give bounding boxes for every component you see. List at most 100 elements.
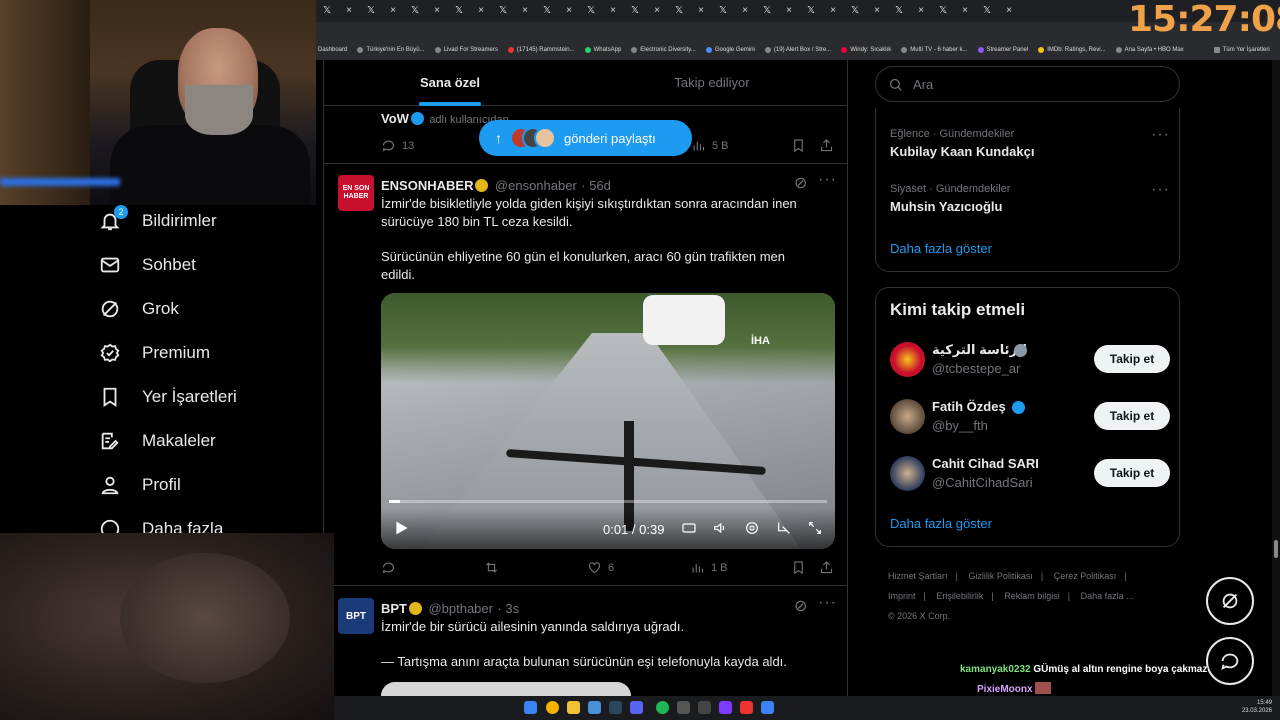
tweet-avatar[interactable]: EN SON HABER — [338, 175, 374, 211]
browser-tab[interactable]: 𝕏 — [932, 0, 954, 22]
more-options-icon[interactable]: ··· — [818, 171, 837, 189]
browser-tab[interactable]: 𝕏 — [888, 0, 910, 22]
nav-notifications[interactable]: 2 Bildirimler — [98, 205, 217, 236]
close-icon[interactable]: × — [514, 0, 536, 22]
close-icon[interactable]: × — [426, 0, 448, 22]
footer-link[interactable]: Reklam bilgisi — [1004, 591, 1060, 601]
bookmark-button[interactable] — [791, 138, 806, 153]
bookmark-item[interactable]: Streamer Panel — [977, 47, 1028, 53]
search-input[interactable]: Ara — [875, 66, 1180, 102]
trend-item[interactable]: Eğlence · Gündemdekiler Kubilay Kaan Kun… — [890, 128, 1170, 159]
spotify-icon[interactable] — [656, 701, 669, 714]
steam-icon[interactable] — [609, 701, 622, 714]
views-button[interactable]: 5 B — [691, 138, 729, 153]
bookmark-item[interactable]: Ana Sayfa • HBO Max — [1115, 47, 1184, 53]
messages-fab[interactable] — [1206, 637, 1254, 685]
pip-icon[interactable] — [776, 520, 792, 536]
trend-item[interactable]: Siyaset · Gündemdekiler Muhsin Yazıcıoğl… — [890, 183, 1170, 214]
like-button[interactable]: 6 — [587, 560, 614, 575]
more-options-icon[interactable]: ··· — [1151, 181, 1170, 199]
nav-premium[interactable]: Premium — [98, 338, 210, 368]
footer-link[interactable]: Çerez Politikası — [1054, 571, 1117, 581]
tweet-author-name[interactable]: VoW — [381, 111, 409, 126]
nav-chat[interactable]: Sohbet — [98, 250, 196, 280]
tweet-media[interactable] — [381, 682, 631, 696]
system-clock[interactable]: 15:49 23.03.2026 — [1242, 699, 1272, 715]
browser-tab[interactable]: 𝕏 — [976, 0, 998, 22]
more-options-icon[interactable]: ··· — [1151, 126, 1170, 144]
tweet-video[interactable]: İHA 0:01 / 0:39 — [381, 293, 835, 549]
bookmark-item[interactable]: Tüm Yer İşaretleri — [1213, 47, 1270, 53]
reply-button[interactable]: 13 — [381, 138, 414, 153]
app-icon[interactable] — [677, 701, 690, 714]
bookmark-item[interactable]: Multi TV - 6 haber k... — [901, 47, 968, 53]
browser-tab[interactable]: 𝕏 — [800, 0, 822, 22]
repost-button[interactable] — [484, 560, 499, 575]
discord-icon[interactable] — [630, 701, 643, 714]
browser-tab[interactable]: 𝕏 — [492, 0, 514, 22]
bookmark-item[interactable]: IMDb: Ratings, Revi... — [1038, 47, 1106, 53]
close-icon[interactable]: × — [998, 0, 1020, 22]
browser-tab[interactable]: 𝕏 — [360, 0, 382, 22]
show-more-link[interactable]: Daha fazla göster — [890, 516, 992, 531]
bookmark-item[interactable]: Livad For Streamers — [434, 47, 498, 53]
browser-tab[interactable]: 𝕏 — [404, 0, 426, 22]
nav-profile[interactable]: Profil — [98, 470, 181, 500]
close-icon[interactable]: × — [778, 0, 800, 22]
settings-gear-icon[interactable] — [744, 520, 760, 536]
browser-tab[interactable]: 𝕏 — [756, 0, 778, 22]
close-icon[interactable]: × — [558, 0, 580, 22]
bookmark-button[interactable] — [791, 560, 806, 575]
tweet-time[interactable]: · 56d — [581, 178, 611, 193]
fullscreen-icon[interactable] — [807, 520, 823, 536]
tweet[interactable]: BPT BPT @bpthaber · 3s ⊘ ··· İzmir'de bi… — [324, 587, 847, 696]
footer-link[interactable]: Daha fazla ... — [1081, 591, 1134, 601]
bookmark-item[interactable]: (19) Alert Box / Stre... — [764, 47, 831, 53]
footer-link[interactable]: Imprint — [888, 591, 916, 601]
follow-suggestion[interactable]: Fatih Özdeş @by__fth Takip et — [890, 397, 1170, 437]
close-icon[interactable]: × — [734, 0, 756, 22]
show-more-link[interactable]: Daha fazla göster — [890, 241, 992, 256]
grok-icon[interactable]: ⊘ — [794, 173, 808, 193]
tweet-author-handle[interactable]: @bpthaber — [428, 601, 493, 616]
close-icon[interactable]: × — [382, 0, 404, 22]
close-icon[interactable]: × — [338, 0, 360, 22]
nav-bookmarks[interactable]: Yer İşaretleri — [98, 382, 237, 412]
close-icon[interactable]: × — [690, 0, 712, 22]
chrome-icon[interactable] — [546, 701, 559, 714]
bookmark-item[interactable]: Google Gemini — [705, 47, 755, 53]
footer-link[interactable]: Gizlilik Politikası — [968, 571, 1033, 581]
browser-tab[interactable]: 𝕏 — [712, 0, 734, 22]
footer-link[interactable]: Hizmet Şartları — [888, 571, 948, 581]
tweet-author-name[interactable]: BPT — [381, 601, 407, 616]
follow-button[interactable]: Takip et — [1094, 459, 1170, 487]
close-icon[interactable]: × — [470, 0, 492, 22]
close-icon[interactable]: × — [822, 0, 844, 22]
bookmark-item[interactable]: Electronic Diversity... — [631, 47, 696, 53]
views-button[interactable]: 1 B — [690, 560, 728, 575]
browser-tab[interactable]: 𝕏 — [316, 0, 338, 22]
follow-suggestion[interactable]: الرئاسة التركية @tcbestepe_ar Takip et — [890, 340, 1170, 380]
bookmark-item[interactable]: Windy: Sıcaklık — [841, 47, 891, 53]
browser-tab[interactable]: 𝕏 — [844, 0, 866, 22]
bookmark-item[interactable]: WhatsApp — [584, 47, 621, 53]
bookmark-item[interactable]: Türkiye'nin En Büyü... — [357, 47, 425, 53]
new-posts-pill[interactable]: ↑ gönderi paylaştı — [479, 120, 692, 156]
tweet-avatar[interactable]: BPT — [338, 598, 374, 634]
share-button[interactable] — [819, 138, 834, 153]
more-options-icon[interactable]: ··· — [818, 594, 837, 612]
app-icon[interactable] — [740, 701, 753, 714]
follow-suggestion[interactable]: Cahit Cihad SARI @CahitCihadSari Takip e… — [890, 454, 1170, 494]
follow-button[interactable]: Takip et — [1094, 402, 1170, 430]
tab-for-you[interactable]: Sana özel — [324, 60, 576, 106]
app-icon[interactable] — [698, 701, 711, 714]
close-icon[interactable]: × — [910, 0, 932, 22]
folder-icon[interactable] — [567, 701, 580, 714]
grok-icon[interactable]: ⊘ — [794, 596, 808, 616]
video-progress-bar[interactable] — [389, 500, 827, 503]
browser-tab[interactable]: 𝕏 — [536, 0, 558, 22]
browser-tab[interactable]: 𝕏 — [448, 0, 470, 22]
app-icon[interactable] — [761, 701, 774, 714]
footer-link[interactable]: Erişilebilirlik — [936, 591, 983, 601]
bookmark-item[interactable]: Dashboard — [318, 47, 347, 53]
